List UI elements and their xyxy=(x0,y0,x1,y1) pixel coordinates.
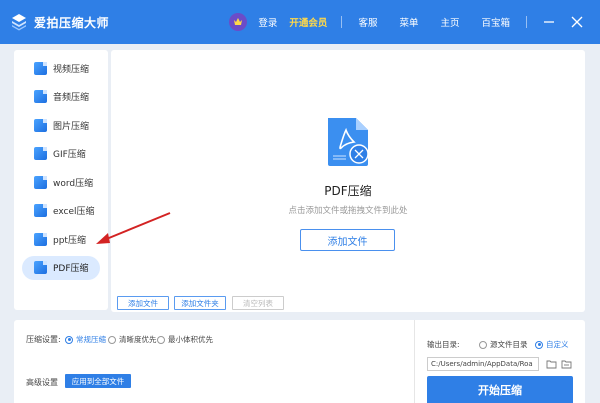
minimize-button[interactable] xyxy=(538,11,560,33)
header-actions: 登录 开通会员 客服 菜单 主页 百宝箱 xyxy=(229,0,600,44)
sidebar-item-gif[interactable]: GIF压缩 xyxy=(22,142,100,166)
radio-dot xyxy=(108,335,116,344)
add-file-small-button[interactable]: 添加文件 xyxy=(117,296,169,310)
compress-settings-label: 压缩设置: xyxy=(26,335,61,344)
gif-file-icon xyxy=(34,147,47,160)
title-bar: 爱拍压缩大师 登录 开通会员 客服 菜单 主页 百宝箱 xyxy=(0,0,600,44)
excel-file-icon xyxy=(34,204,47,217)
output-path-input[interactable]: C:/Users/admin/AppData/Roa xyxy=(427,357,539,371)
output-area: 输出目录: 源文件目录 自定义 C:/Users/admin/AppData/R… xyxy=(414,320,585,403)
sidebar-item-image[interactable]: 图片压缩 xyxy=(22,113,100,137)
header-divider xyxy=(341,16,343,28)
radio-custom-dir[interactable]: 自定义 xyxy=(535,339,569,350)
start-compress-button[interactable]: 开始压缩 xyxy=(427,376,573,403)
drop-hint: 点击添加文件或拖拽文件到此处 xyxy=(288,206,408,216)
radio-dot xyxy=(157,335,165,344)
drop-zone[interactable]: PDF压缩 点击添加文件或拖拽文件到此处 添加文件 添加文件 添加文件夹 清空列… xyxy=(111,50,585,312)
radio-clarity[interactable]: 清晰度优先 xyxy=(108,334,157,345)
ppt-file-icon xyxy=(34,232,47,246)
menu-link[interactable]: 菜单 xyxy=(399,15,418,29)
radio-min-size[interactable]: 最小体积优先 xyxy=(157,334,213,345)
sidebar-item-ppt[interactable]: ppt压缩 xyxy=(22,227,100,251)
radio-source-dir[interactable]: 源文件目录 xyxy=(479,339,528,350)
video-file-icon xyxy=(34,61,47,75)
folder-open-icon[interactable] xyxy=(545,357,557,370)
radio-dot xyxy=(65,335,73,344)
audio-file-icon xyxy=(34,90,47,103)
image-file-icon xyxy=(34,118,47,132)
radio-label: 常规压缩 xyxy=(76,335,106,344)
apply-all-button[interactable]: 应用到全部文件 xyxy=(65,374,131,388)
output-dir-label: 输出目录: xyxy=(427,340,460,349)
sidebar-item-label: 音频压缩 xyxy=(53,93,90,103)
sidebar-item-label: ppt压缩 xyxy=(53,235,86,246)
sidebar: 视频压缩 音频压缩 图片压缩 GIF压缩 word压缩 excel压缩 ppt压… xyxy=(14,50,108,310)
advanced-settings-label: 高级设置 xyxy=(26,378,58,387)
page-title: PDF压缩 xyxy=(324,184,372,198)
app-logo-icon xyxy=(12,14,26,31)
vip-link[interactable]: 开通会员 xyxy=(289,15,327,29)
radio-label: 清晰度优先 xyxy=(119,335,157,344)
add-folder-button[interactable]: 添加文件夹 xyxy=(174,296,226,310)
radio-label: 自定义 xyxy=(546,340,569,349)
minimize-icon xyxy=(544,21,554,23)
sidebar-item-label: 视频压缩 xyxy=(53,64,90,75)
sidebar-item-label: PDF压缩 xyxy=(53,264,89,274)
service-link[interactable]: 客服 xyxy=(358,15,377,29)
sidebar-item-label: word压缩 xyxy=(53,178,94,189)
toolbox-link[interactable]: 百宝箱 xyxy=(481,15,510,29)
header-divider-2 xyxy=(526,16,527,28)
word-file-icon xyxy=(34,175,47,189)
sidebar-item-video[interactable]: 视频压缩 xyxy=(22,56,100,80)
sidebar-item-word[interactable]: word压缩 xyxy=(22,170,100,194)
close-button[interactable] xyxy=(566,11,588,33)
radio-label: 最小体积优先 xyxy=(168,335,213,344)
login-link[interactable]: 登录 xyxy=(258,15,277,29)
radio-dot xyxy=(535,340,543,349)
app-title: 爱拍压缩大师 xyxy=(34,15,110,30)
sidebar-item-label: GIF压缩 xyxy=(53,150,86,160)
sidebar-item-audio[interactable]: 音频压缩 xyxy=(22,85,100,109)
pdf-file-icon xyxy=(34,261,47,274)
folder-browse-icon[interactable] xyxy=(560,357,572,370)
radio-label: 源文件目录 xyxy=(490,340,528,349)
sidebar-item-excel[interactable]: excel压缩 xyxy=(22,199,100,223)
sidebar-item-label: 图片压缩 xyxy=(53,121,90,132)
home-link[interactable]: 主页 xyxy=(440,15,459,29)
sidebar-item-pdf[interactable]: PDF压缩 xyxy=(22,255,100,280)
radio-dot xyxy=(479,340,487,349)
radio-normal[interactable]: 常规压缩 xyxy=(65,334,106,345)
add-file-button[interactable]: 添加文件 xyxy=(300,229,395,251)
sidebar-item-label: excel压缩 xyxy=(53,207,95,217)
settings-panel: 压缩设置: 常规压缩 清晰度优先 最小体积优先 高级设置 应用到全部文件 输出目… xyxy=(14,320,585,403)
close-icon xyxy=(571,16,583,28)
pdf-compress-icon xyxy=(328,118,369,166)
clear-list-button[interactable]: 清空列表 xyxy=(232,296,284,310)
user-avatar-icon[interactable] xyxy=(229,13,248,31)
